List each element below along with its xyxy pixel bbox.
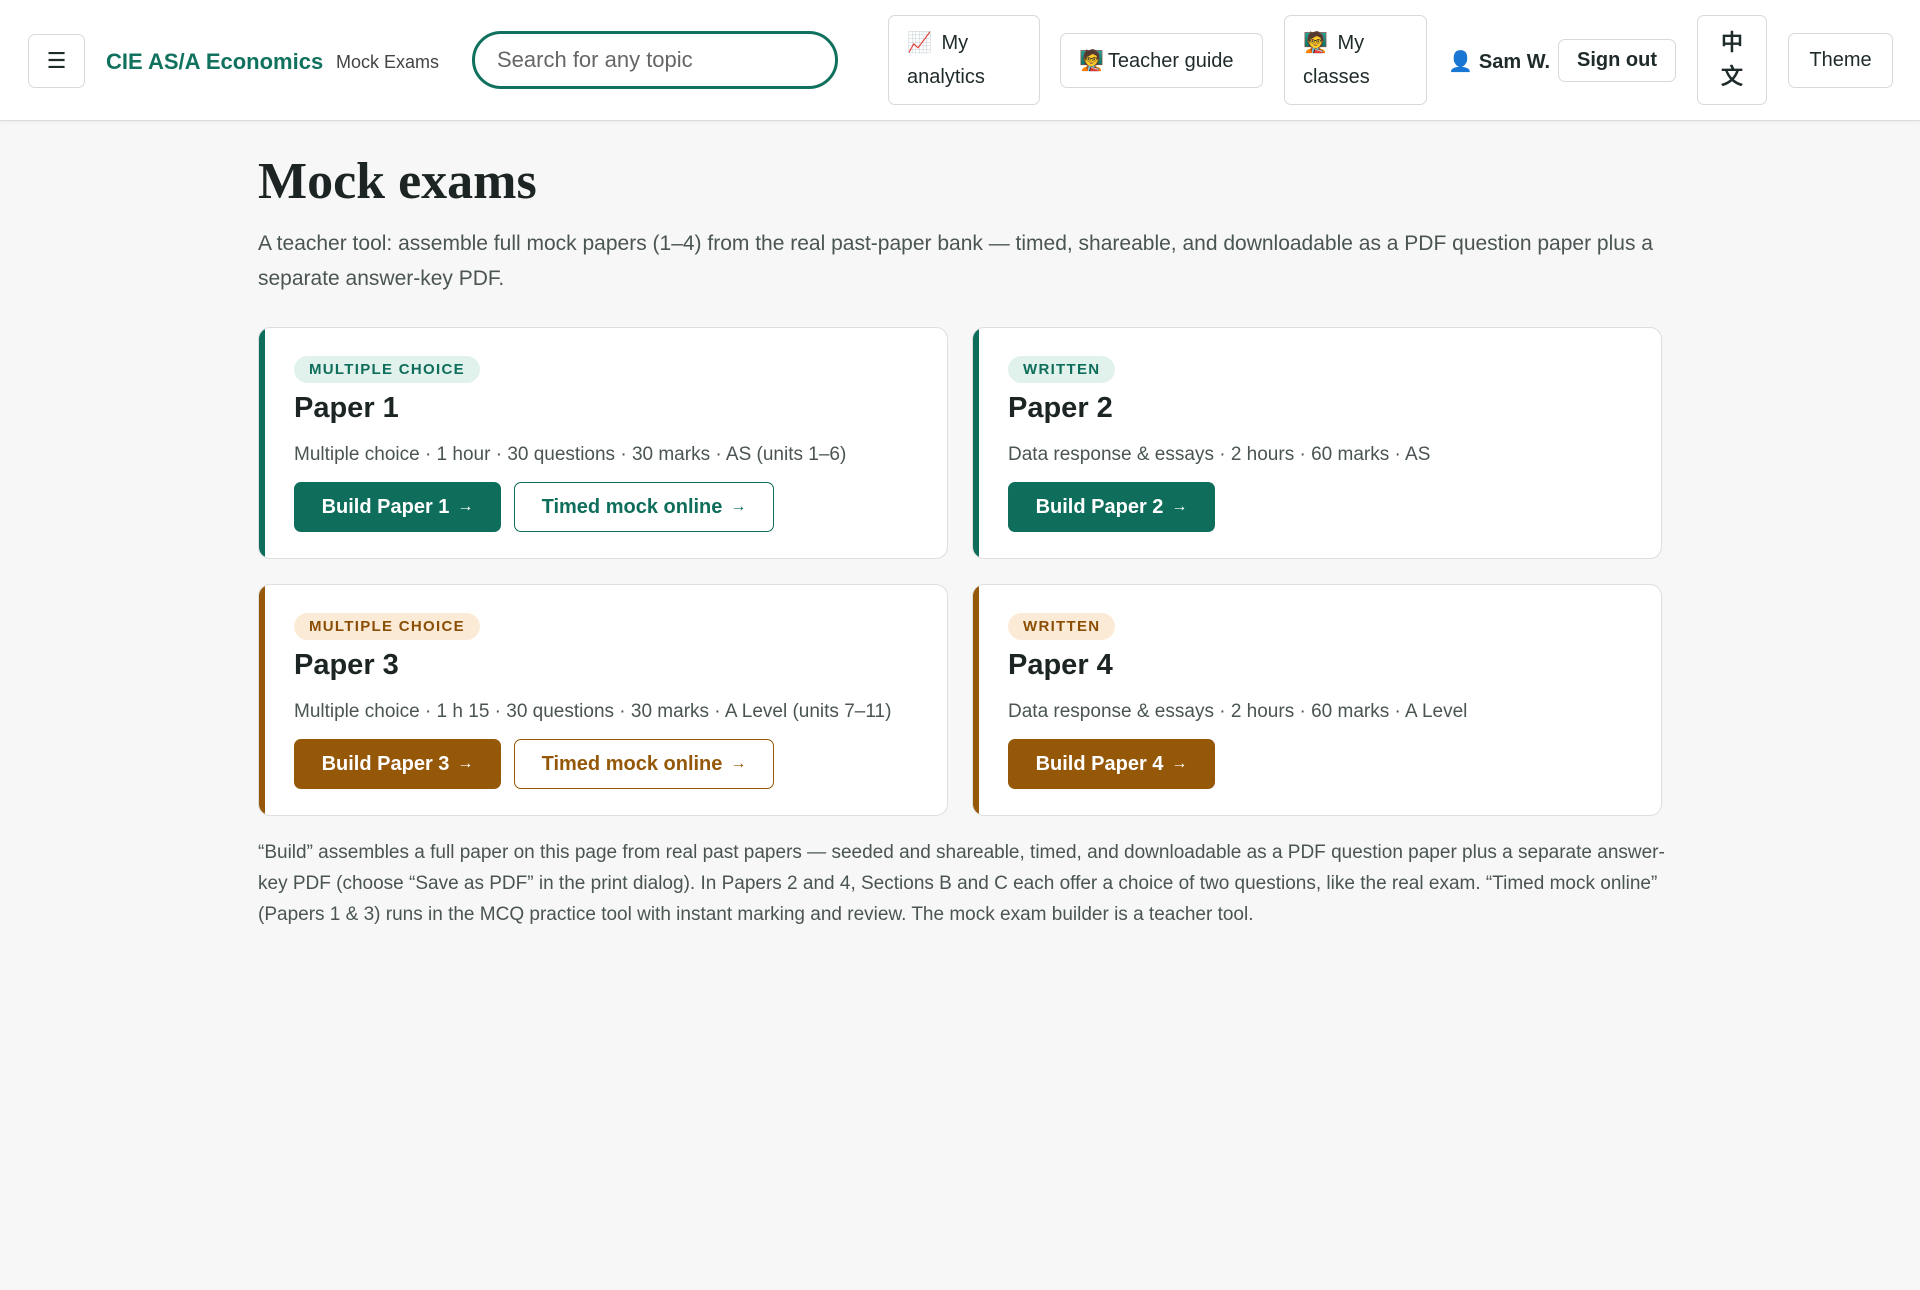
card-accent-bar — [973, 328, 979, 558]
paper-type-badge: MULTIPLE CHOICE — [294, 356, 480, 383]
paper-type-badge: WRITTEN — [1008, 613, 1116, 640]
teacher-guide-label: Teacher guide — [1107, 49, 1234, 72]
teacher-icon: 🧑‍🏫 — [1303, 32, 1328, 54]
timed-mock-paper-1-button[interactable]: Timed mock online → — [514, 482, 774, 532]
paper-1-card: MULTIPLE CHOICE Paper 1 Multiple choice … — [258, 327, 948, 559]
my-analytics-button[interactable]: 📈 My analytics — [888, 15, 1040, 105]
build-paper-1-button[interactable]: Build Paper 1 → — [294, 482, 501, 532]
paper-details: Multiple choice · 1 hour · 30 questions … — [294, 444, 847, 465]
user-profile: 👤 Sam W. — [1448, 49, 1550, 74]
language-toggle-button[interactable]: 中文 — [1697, 15, 1767, 105]
button-label: Build Paper 1 — [321, 495, 450, 518]
paper-type-badge: WRITTEN — [1008, 356, 1116, 383]
section-label: Mock Exams — [336, 52, 440, 72]
chart-increasing-icon: 📈 — [907, 32, 932, 54]
paper-4-card: WRITTEN Paper 4 Data response & essays ·… — [972, 584, 1662, 816]
theme-toggle-button[interactable]: Theme — [1788, 33, 1893, 88]
arrow-right-icon: → — [457, 498, 474, 515]
teacher-icon: 🧑‍🏫 — [1079, 49, 1104, 72]
page-title: Mock exams — [258, 153, 537, 210]
footnote: “Build” assembles a full paper on this p… — [258, 842, 1665, 925]
paper-title: Paper 4 — [1008, 649, 1113, 681]
top-navigation-bar: ☰ CIE AS/A Economics Mock Exams 📈 My ana… — [0, 0, 1920, 121]
paper-title: Paper 3 — [294, 649, 399, 681]
arrow-right-icon: → — [457, 755, 474, 772]
arrow-right-icon: → — [1171, 755, 1188, 772]
search-input[interactable] — [472, 31, 838, 89]
my-classes-button[interactable]: 🧑‍🏫 My classes — [1284, 15, 1427, 105]
card-accent-bar — [259, 328, 265, 558]
paper-details: Data response & essays · 2 hours · 60 ma… — [1008, 444, 1431, 465]
button-label: Build Paper 2 — [1035, 495, 1164, 518]
button-label: Build Paper 3 — [321, 752, 450, 775]
paper-details: Data response & essays · 2 hours · 60 ma… — [1008, 701, 1468, 722]
timed-mock-paper-3-button[interactable]: Timed mock online → — [514, 739, 774, 789]
paper-3-card: MULTIPLE CHOICE Paper 3 Multiple choice … — [258, 584, 948, 816]
arrow-right-icon: → — [1171, 498, 1188, 515]
user-icon: 👤 — [1448, 51, 1473, 73]
card-accent-bar — [973, 585, 979, 815]
page-intro: A teacher tool: assemble full mock paper… — [258, 232, 1653, 290]
arrow-right-icon: → — [730, 755, 747, 772]
button-label: Build Paper 4 — [1035, 752, 1164, 775]
sign-out-button[interactable]: Sign out — [1558, 39, 1676, 82]
paper-title: Paper 2 — [1008, 392, 1113, 424]
paper-title: Paper 1 — [294, 392, 399, 424]
build-paper-2-button[interactable]: Build Paper 2 → — [1008, 482, 1215, 532]
brand-link[interactable]: CIE AS/A Economics — [106, 49, 323, 75]
hamburger-menu-icon: ☰ — [46, 48, 67, 73]
teacher-guide-button[interactable]: 🧑‍🏫 Teacher guide — [1060, 33, 1263, 88]
button-label: Timed mock online — [541, 752, 723, 775]
button-label: Timed mock online — [541, 495, 723, 518]
menu-button[interactable]: ☰ — [28, 34, 85, 88]
paper-2-card: WRITTEN Paper 2 Data response & essays ·… — [972, 327, 1662, 559]
card-accent-bar — [259, 585, 265, 815]
paper-details: Multiple choice · 1 h 15 · 30 questions … — [294, 701, 892, 722]
build-paper-3-button[interactable]: Build Paper 3 → — [294, 739, 501, 789]
arrow-right-icon: → — [730, 498, 747, 515]
user-name: Sam W. — [1478, 51, 1551, 73]
paper-type-badge: MULTIPLE CHOICE — [294, 613, 480, 640]
build-paper-4-button[interactable]: Build Paper 4 → — [1008, 739, 1215, 789]
